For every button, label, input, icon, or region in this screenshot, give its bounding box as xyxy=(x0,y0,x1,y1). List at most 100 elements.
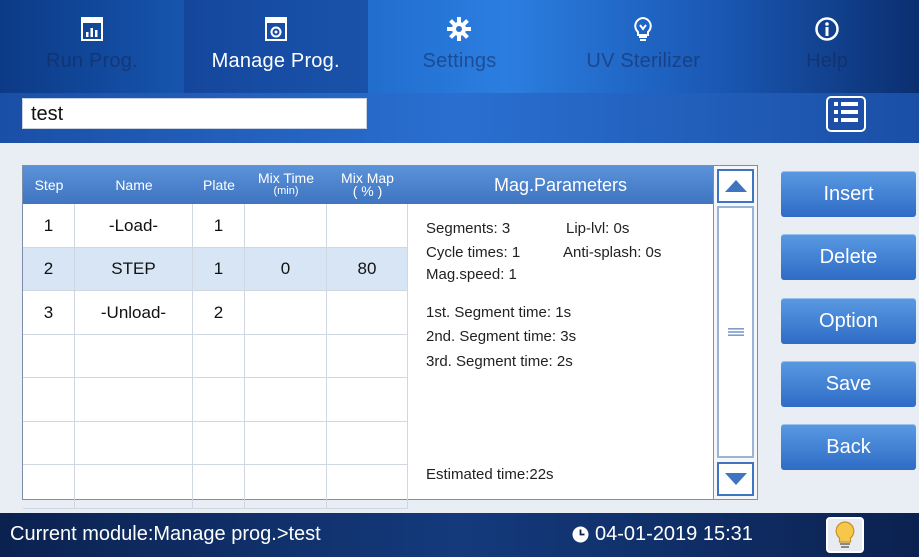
table-scrollbar[interactable] xyxy=(713,166,757,499)
bulb-icon xyxy=(835,521,855,548)
param-segments: Segments: 3 xyxy=(426,220,511,237)
delete-button[interactable]: Delete xyxy=(781,234,916,280)
back-button[interactable]: Back xyxy=(781,424,916,470)
save-button[interactable]: Save xyxy=(781,361,916,407)
cell-name xyxy=(75,378,193,421)
cell-plate xyxy=(193,378,245,421)
param-seg3: 3rd. Segment time: 2s xyxy=(426,353,573,370)
tab-help[interactable]: Help xyxy=(735,0,919,93)
tab-settings[interactable]: Settings xyxy=(368,0,552,93)
cell-step xyxy=(23,334,75,378)
cell-mix-map: 80 xyxy=(327,247,408,291)
header-plate: Plate xyxy=(203,176,235,193)
cell-mix-map xyxy=(327,465,408,508)
manage-doc-icon xyxy=(263,16,289,42)
scroll-up-button[interactable] xyxy=(717,169,754,203)
uv-bulb-icon xyxy=(630,16,656,42)
tab-uv-sterilizer[interactable]: UV Sterilizer xyxy=(551,0,735,93)
bulb-button[interactable] xyxy=(826,517,864,553)
param-mag-speed: Mag.speed: 1 xyxy=(426,266,517,283)
table-row[interactable]: 1 -Load- 1 xyxy=(23,204,408,248)
cell-name xyxy=(75,421,193,465)
datetime: 04-01-2019 15:31 xyxy=(572,523,753,546)
tab-label: Manage Prog. xyxy=(211,50,340,72)
grip-icon xyxy=(727,328,744,336)
header-mix-time: Mix Time (min) xyxy=(245,166,327,204)
chart-doc-icon xyxy=(79,16,105,42)
cell-mix-time xyxy=(245,204,327,247)
cell-mix-time xyxy=(245,465,327,508)
cell-plate xyxy=(193,334,245,378)
header-mag-parameters: Mag.Parameters xyxy=(493,174,628,195)
cell-name: STEP xyxy=(75,247,193,291)
tab-label: Help xyxy=(806,50,849,72)
table-row[interactable] xyxy=(23,421,408,465)
cell-name xyxy=(75,465,193,508)
tab-label: UV Sterilizer xyxy=(586,50,701,72)
param-cycle-times: Cycle times: 1 xyxy=(426,244,521,261)
list-icon xyxy=(833,100,859,129)
cell-step: 3 xyxy=(23,291,75,334)
header-step: Step xyxy=(34,176,64,193)
mag-parameters-panel: Segments: 3 Lip-lvl: 0s Cycle times: 1 A… xyxy=(408,204,713,500)
tab-label: Settings xyxy=(422,50,497,72)
header-mix-map-unit: ( % ) xyxy=(352,183,383,199)
status-bar: Current module:Manage prog.>test 04-01-2… xyxy=(0,513,919,557)
tab-label: Run Prog. xyxy=(45,50,138,72)
program-name-field[interactable]: test xyxy=(22,98,367,129)
program-name-bar: test xyxy=(0,93,919,143)
header-mix-time-label: Mix Time xyxy=(258,170,314,186)
clock-icon xyxy=(572,526,589,543)
cell-mix-time: 0 xyxy=(245,247,327,291)
cell-mix-time xyxy=(245,334,327,378)
header-mix-time-unit: (min) xyxy=(273,185,299,197)
program-list-button[interactable] xyxy=(826,96,866,132)
cell-step xyxy=(23,378,75,421)
table-row[interactable] xyxy=(23,334,408,378)
top-nav: Run Prog. Manage Prog. Settings UV Steri… xyxy=(0,0,919,93)
cell-step xyxy=(23,465,75,508)
scroll-down-button[interactable] xyxy=(717,462,754,496)
param-lip-lvl: Lip-lvl: 0s xyxy=(566,220,630,237)
cell-plate xyxy=(193,421,245,465)
main-panel: Step Name Plate Mix Time (min) Mix Map (… xyxy=(0,143,919,513)
cell-name: -Unload- xyxy=(75,291,193,334)
header-mix-map: Mix Map ( % ) xyxy=(327,166,408,204)
table-row[interactable]: 3 -Unload- 2 xyxy=(23,291,408,335)
table-header: Step Name Plate Mix Time (min) Mix Map (… xyxy=(23,166,713,204)
cell-plate: 1 xyxy=(193,247,245,291)
info-icon xyxy=(814,16,840,42)
cell-mix-map xyxy=(327,334,408,378)
table-row[interactable]: 2 STEP 1 0 80 xyxy=(23,247,408,291)
param-seg2: 2nd. Segment time: 3s xyxy=(426,328,577,345)
cell-mix-time xyxy=(245,291,327,334)
table-row[interactable] xyxy=(23,378,408,422)
cell-name: -Load- xyxy=(75,204,193,247)
insert-button[interactable]: Insert xyxy=(781,171,916,217)
param-anti-splash: Anti-splash: 0s xyxy=(563,244,662,261)
cell-plate xyxy=(193,465,245,508)
cell-plate: 1 xyxy=(193,204,245,247)
current-module-text: Current module:Manage prog.>test xyxy=(10,523,321,545)
datetime-text: 04-01-2019 15:31 xyxy=(595,523,753,545)
cell-mix-map xyxy=(327,421,408,465)
tab-manage-prog[interactable]: Manage Prog. xyxy=(183,0,368,93)
scroll-thumb[interactable] xyxy=(717,206,754,458)
cell-name xyxy=(75,334,193,378)
cell-mix-map xyxy=(327,378,408,421)
tab-run-prog[interactable]: Run Prog. xyxy=(0,0,184,93)
gear-icon xyxy=(446,16,472,42)
header-name: Name xyxy=(115,176,153,193)
cell-mix-time xyxy=(245,421,327,465)
triangle-up-icon xyxy=(724,180,747,192)
step-table: Step Name Plate Mix Time (min) Mix Map (… xyxy=(22,165,758,509)
cell-plate: 2 xyxy=(193,291,245,334)
cell-mix-map xyxy=(327,204,408,247)
param-seg1: 1st. Segment time: 1s xyxy=(426,304,572,321)
cell-step: 2 xyxy=(23,247,75,291)
cell-mix-map xyxy=(327,291,408,334)
cell-step xyxy=(23,421,75,465)
option-button[interactable]: Option xyxy=(781,298,916,344)
cell-step: 1 xyxy=(23,204,75,247)
table-row[interactable] xyxy=(23,465,408,509)
